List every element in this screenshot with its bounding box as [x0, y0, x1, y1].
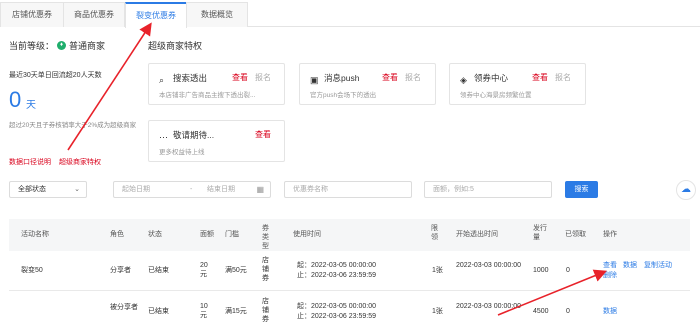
privilege-name: 搜索透出 — [173, 73, 208, 83]
header-role: 角色 — [110, 231, 124, 238]
privilege-name: 消息push — [324, 73, 360, 83]
end-date-placeholder: 结束日期 — [207, 186, 235, 193]
stat-description: 最近30天单日回流超20人天数 — [9, 72, 102, 79]
cell-issued: 4500 — [533, 308, 549, 315]
signup-link[interactable]: 报名 — [255, 72, 271, 83]
cell-time-start: 起：2022-03-05 00:00:00 — [297, 262, 376, 269]
cell-type: 店铺券 — [262, 257, 269, 282]
row-divider — [9, 290, 690, 291]
tab-fission-coupon[interactable]: 裂变优惠券 — [125, 2, 187, 28]
header-actions: 操作 — [603, 231, 617, 238]
cell-threshold: 满15元 — [225, 308, 247, 315]
amount-input[interactable]: 面额，例如:5 — [424, 181, 552, 198]
start-date-placeholder: 起始日期 — [122, 186, 150, 193]
header-use-time: 使用时间 — [293, 231, 321, 238]
status-select[interactable]: 全部状态 ⌄ — [9, 181, 87, 198]
calendar-icon: ▦ — [256, 185, 264, 194]
help-links: 数据口径说明 超级商家特权 — [9, 157, 107, 167]
cell-name: 裂变50 — [21, 267, 43, 274]
header-threshold: 门槛 — [225, 231, 239, 238]
data-action[interactable]: 数据 — [623, 261, 637, 270]
coupon-name-placeholder: 优惠券名称 — [293, 186, 328, 193]
ellipsis-icon: ⋯ — [159, 132, 168, 142]
tab-shop-coupon[interactable]: 店铺优惠券 — [0, 2, 64, 27]
copy-activity-action[interactable]: 复制活动 — [644, 261, 672, 270]
privilege-desc: 本店铺非广告商品主搜下透出裂... — [159, 92, 256, 99]
cell-start-time: 2022-03-03 00:00:00 — [456, 303, 521, 310]
date-separator: - — [190, 186, 193, 193]
cell-received: 0 — [566, 267, 570, 274]
cell-threshold: 满50元 — [225, 267, 247, 274]
cell-time-start: 起：2022-03-05 00:00:00 — [297, 303, 376, 310]
chevron-down-icon: ⌄ — [74, 186, 80, 193]
header-name: 活动名称 — [21, 231, 49, 238]
data-definition-link[interactable]: 数据口径说明 — [9, 159, 51, 166]
privilege-name: 领券中心 — [474, 73, 509, 83]
privilege-desc: 官方push会场下的透出 — [310, 92, 377, 99]
ticket-icon: ◈ — [460, 75, 467, 85]
header-start-time: 开始透出时间 — [456, 231, 498, 238]
tab-data-overview[interactable]: 数据概览 — [186, 2, 248, 27]
privilege-card-search: ⌕ 搜索透出 查看 报名 本店铺非广告商品主搜下透出裂... — [148, 63, 285, 105]
data-action[interactable]: 数据 — [603, 307, 617, 316]
view-link[interactable]: 查看 — [532, 72, 548, 83]
cell-limit: 1张 — [432, 308, 443, 315]
level-value: 普通商家 — [69, 41, 106, 51]
privilege-card-coupon-center: ◈ 领券中心 查看 报名 领券中心海景房频繁位置 — [449, 63, 586, 105]
coupon-name-input[interactable]: 优惠券名称 — [284, 181, 412, 198]
delete-action[interactable]: 删除 — [603, 271, 617, 280]
signup-link[interactable]: 报名 — [555, 72, 571, 83]
privilege-card-coming-soon: ⋯ 敬请期待... 查看 更多权益待上线 — [148, 120, 285, 162]
cloud-icon[interactable]: ☁ — [676, 180, 696, 200]
cell-status: 已结束 — [148, 308, 169, 315]
stat-note: 超过20天且子券核销率大于2%成为超级商家 — [9, 122, 137, 129]
view-link[interactable]: 查看 — [382, 72, 398, 83]
cell-role: 被分享者 — [110, 304, 138, 311]
cell-limit: 1张 — [432, 267, 443, 274]
cell-time-end: 止：2022-03-06 23:59:59 — [297, 272, 376, 279]
cell-type: 店铺券 — [262, 298, 269, 323]
cell-amount: 20元 — [200, 262, 208, 278]
chat-icon: ▣ — [310, 75, 319, 85]
super-merchant-privilege-link[interactable]: 超级商家特权 — [59, 159, 101, 166]
header-issued: 发行量 — [533, 225, 547, 241]
merchant-level-icon: ♦ — [57, 41, 67, 50]
search-button[interactable]: 搜索 — [565, 181, 598, 198]
cell-issued: 1000 — [533, 267, 549, 274]
tab-product-coupon[interactable]: 商品优惠券 — [63, 2, 125, 27]
header-limit: 限领 — [431, 225, 438, 241]
privilege-desc: 更多权益待上线 — [159, 149, 205, 156]
date-range-picker[interactable]: 起始日期 - 结束日期 ▦ — [113, 181, 271, 198]
level-label: 当前等级： — [9, 41, 55, 51]
cell-received: 0 — [566, 308, 570, 315]
current-level: 当前等级： ♦ 普通商家 — [9, 39, 105, 52]
search-icon: ⌕ — [159, 75, 165, 85]
tab-bar: 店铺优惠券 商品优惠券 裂变优惠券 数据概览 — [0, 0, 700, 28]
privilege-card-push: ▣ 消息push 查看 报名 官方push会场下的透出 — [299, 63, 436, 105]
stat-unit: 天 — [26, 100, 36, 111]
view-link[interactable]: 查看 — [255, 129, 271, 140]
stat-value: 0 — [9, 87, 22, 112]
header-amount: 面额 — [200, 231, 214, 238]
privileges-title: 超级商家特权 — [148, 41, 203, 51]
cell-role: 分享者 — [110, 267, 131, 274]
privilege-name: 敬请期待... — [173, 130, 215, 140]
cell-time-end: 止：2022-03-06 23:59:59 — [297, 313, 376, 320]
signup-link[interactable]: 报名 — [405, 72, 421, 83]
header-status: 状态 — [148, 231, 162, 238]
cell-amount: 10元 — [200, 303, 208, 319]
header-type: 券类型 — [262, 225, 269, 250]
status-select-value: 全部状态 — [18, 186, 46, 193]
amount-placeholder: 面额，例如:5 — [433, 186, 474, 193]
header-received: 已领取 — [565, 231, 586, 238]
cell-status: 已结束 — [148, 267, 169, 274]
view-action[interactable]: 查看 — [603, 261, 617, 270]
privilege-desc: 领券中心海景房频繁位置 — [460, 92, 532, 99]
cell-start-time: 2022-03-03 00:00:00 — [456, 262, 521, 269]
view-link[interactable]: 查看 — [232, 72, 248, 83]
